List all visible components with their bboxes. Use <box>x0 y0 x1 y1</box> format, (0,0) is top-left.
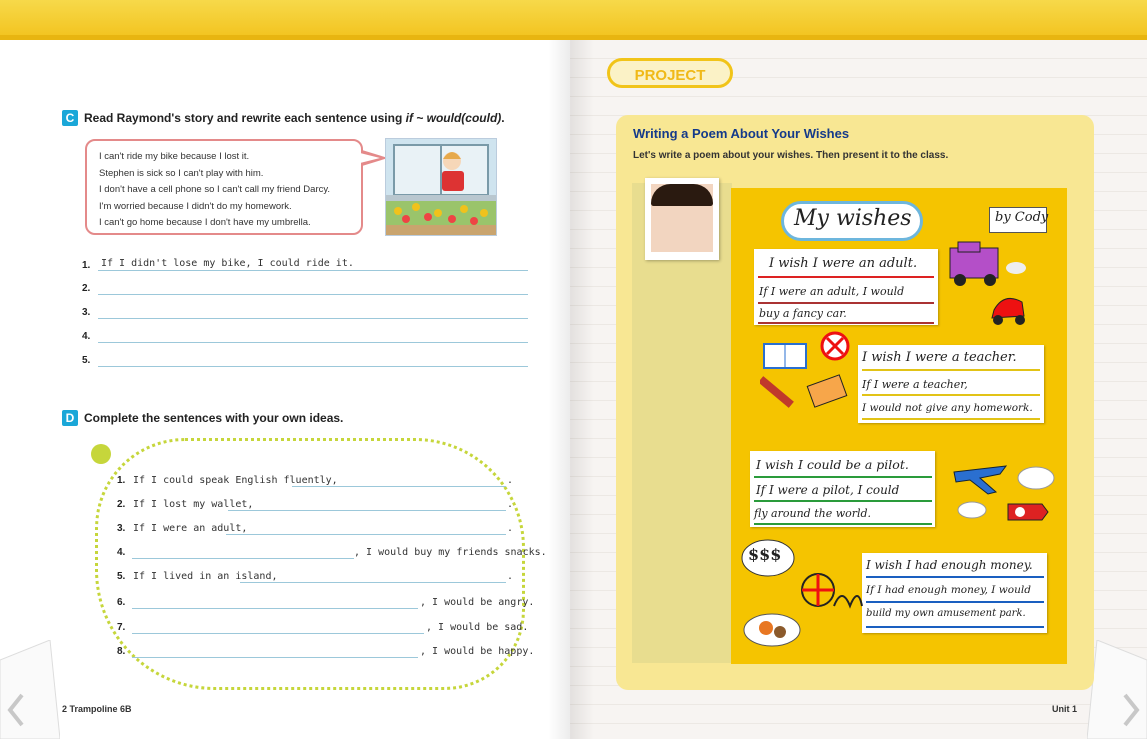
answer-line[interactable] <box>98 342 528 343</box>
item-number: 4. <box>117 547 126 558</box>
stanza-line: If I were a pilot, I could <box>756 483 900 497</box>
underline <box>862 418 1040 420</box>
sentence-suffix: . <box>507 571 514 582</box>
underline <box>866 576 1044 578</box>
travel-doodles <box>953 465 1055 521</box>
answer-line[interactable] <box>132 558 354 559</box>
item-number: 4. <box>82 331 91 342</box>
stanza-line: I wish I could be a pilot. <box>756 457 909 472</box>
project-subtitle: Let's write a poem about your wishes. Th… <box>633 150 949 161</box>
stanza-line: build my own amusement park. <box>866 608 1026 619</box>
answer-line[interactable] <box>228 510 506 511</box>
item-number: 6. <box>117 597 126 608</box>
sentence-suffix: , I would be happy. <box>420 646 535 657</box>
story-line: Stephen is sick so I can't play with him… <box>99 167 264 179</box>
instruction-pattern: if ~ would(could) <box>405 111 502 125</box>
stanza-line: I wish I had enough money. <box>866 558 1033 572</box>
item-number: 2. <box>82 283 91 294</box>
instruction-end: . <box>501 111 505 125</box>
answer-line[interactable] <box>98 318 528 319</box>
item-number: 1. <box>117 475 126 486</box>
right-page-footer: Unit 1 <box>1052 704 1078 714</box>
story-bubble: I can't ride my bike because I lost it. … <box>85 139 363 235</box>
underline <box>862 369 1040 371</box>
underline <box>866 601 1044 603</box>
project-badge: PROJECT <box>607 58 733 88</box>
sentence-prefix: If I were an adult, <box>133 523 248 534</box>
hair <box>651 184 713 206</box>
underline <box>754 476 932 478</box>
car-doodles <box>949 241 1026 325</box>
section-d-badge: D <box>62 410 78 426</box>
sentence-suffix: , I would be angry. <box>420 597 535 608</box>
underline <box>754 500 932 502</box>
item-number: 1. <box>82 260 91 271</box>
answer-line[interactable] <box>132 657 418 658</box>
sentence-suffix: , I would be sad. <box>426 622 529 633</box>
money-doodle-text: $$$ <box>748 545 782 564</box>
item-number: 5. <box>82 355 91 366</box>
stanza-line: If I had enough money, I would <box>866 584 1031 596</box>
story-line: I don't have a cell phone so I can't cal… <box>99 184 331 196</box>
stanza-line: If I were an adult, I would <box>759 285 905 298</box>
answer-line[interactable] <box>98 366 528 367</box>
item-number: 7. <box>117 622 126 633</box>
raymond-illustration <box>385 138 497 236</box>
bubble-tail-inner <box>360 153 380 163</box>
answer-text: If I didn't lose my bike, I could ride i… <box>101 258 354 269</box>
answer-line[interactable] <box>132 608 418 609</box>
author-text: by Cody <box>995 210 1049 225</box>
story-line: I can't ride my bike because I lost it. <box>99 151 250 162</box>
underline <box>866 626 1044 628</box>
sentence-suffix: . <box>507 499 514 510</box>
underline <box>754 523 932 525</box>
page-curl-left[interactable] <box>0 640 60 739</box>
stanza-line: I wish I were a teacher. <box>862 350 1017 365</box>
story-line: I'm worried because I didn't do my homew… <box>99 200 292 212</box>
section-c-instruction: Read Raymond's story and rewrite each se… <box>84 111 505 125</box>
page-curl-right[interactable] <box>1087 640 1147 739</box>
answer-line[interactable] <box>240 582 506 583</box>
sentence-prefix: If I lived in an island, <box>133 571 278 582</box>
answer-line[interactable] <box>226 534 506 535</box>
stanza-line: fly around the world. <box>754 507 872 520</box>
item-number: 3. <box>82 307 91 318</box>
instruction-text: Read Raymond's story and rewrite each se… <box>84 111 406 125</box>
answer-line[interactable] <box>292 486 506 487</box>
book-spine <box>548 40 594 739</box>
underline <box>758 302 934 304</box>
cloud-dot <box>91 444 111 464</box>
item-number: 8. <box>117 646 126 657</box>
underline <box>862 394 1040 396</box>
top-banner <box>0 0 1147 40</box>
item-number: 2. <box>117 499 126 510</box>
sentence-prefix: If I could speak English fluently, <box>133 475 338 486</box>
poster-title: My wishes <box>794 206 912 231</box>
sentence-suffix: , I would buy my friends snacks. <box>354 547 547 558</box>
item-number: 5. <box>117 571 126 582</box>
school-doodles <box>760 331 850 408</box>
item-number: 3. <box>117 523 126 534</box>
stanza-line: buy a fancy car. <box>759 307 847 320</box>
stanza-line: I wish I were an adult. <box>769 256 918 271</box>
sentence-suffix: . <box>507 475 514 486</box>
stanza-line: If I were a teacher, <box>862 378 968 391</box>
underline <box>758 276 934 278</box>
answer-line[interactable] <box>98 294 528 295</box>
story-line: I can't go home because I don't have my … <box>99 217 311 229</box>
stanza-line: I would not give any homework. <box>862 402 1033 414</box>
student-photo <box>645 178 719 260</box>
sentence-prefix: If I lost my wallet, <box>133 499 254 510</box>
underline <box>758 322 934 324</box>
section-d-instruction: Complete the sentences with your own ide… <box>84 411 344 425</box>
sentence-suffix: . <box>507 523 514 534</box>
answer-line[interactable] <box>132 633 424 634</box>
project-title: Writing a Poem About Your Wishes <box>633 126 850 141</box>
answer-line[interactable] <box>98 270 528 271</box>
section-c-badge: C <box>62 110 78 126</box>
left-page-footer: 2 Trampoline 6B <box>62 704 132 714</box>
